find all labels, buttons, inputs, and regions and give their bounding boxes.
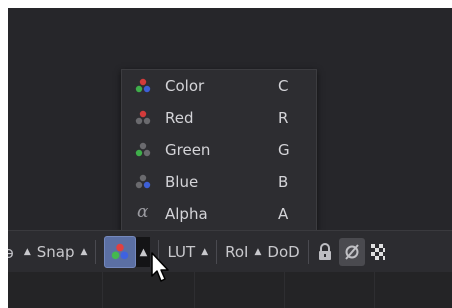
dropdown-arrow-icon: ▲ xyxy=(254,247,262,257)
dropdown-arrow-icon: ▲ xyxy=(139,246,148,258)
menu-item-shortcut: R xyxy=(278,109,289,127)
grid-divider xyxy=(374,272,375,308)
viewer-panel: Color C Red R Green G Blue B α Alpha A ə… xyxy=(8,8,452,308)
menu-item-green[interactable]: Green G xyxy=(122,134,316,166)
menu-item-blue[interactable]: Blue B xyxy=(122,166,316,198)
channel-menu-arrow[interactable]: ▲ xyxy=(136,237,151,267)
roi-label[interactable]: RoI xyxy=(225,243,248,261)
snap-label: Snap xyxy=(36,243,75,261)
rgb-dots-icon xyxy=(112,243,129,260)
grid-divider xyxy=(284,272,285,308)
green-dots-icon xyxy=(135,142,151,157)
dropdown-arrow-icon: ▲ xyxy=(23,247,31,257)
channel-select-button[interactable] xyxy=(104,236,137,268)
rgb-dots-icon xyxy=(135,78,151,93)
channel-dropdown-menu: Color C Red R Green G Blue B α Alpha A xyxy=(121,69,317,231)
lut-dropdown[interactable]: LUT ▲ xyxy=(167,231,208,273)
grid-divider xyxy=(102,272,103,308)
alpha-icon: α xyxy=(137,202,149,222)
viewer-toolbar: ə ▲ Snap ▲ ▲ LUT ▲ RoI ▲ DoD xyxy=(8,230,452,274)
timeline-area[interactable] xyxy=(8,272,452,308)
dropdown-arrow-icon: ▲ xyxy=(80,247,88,257)
lock-icon[interactable] xyxy=(317,243,333,261)
menu-item-label: Blue xyxy=(165,173,199,191)
mouse-cursor-icon xyxy=(151,252,169,282)
null-set-icon xyxy=(344,244,359,260)
menu-item-label: Alpha xyxy=(165,205,208,223)
dropdown-arrow-icon: ▲ xyxy=(201,247,209,257)
menu-item-red[interactable]: Red R xyxy=(122,102,316,134)
snap-dropdown[interactable]: ▲ Snap ▲ xyxy=(24,231,88,273)
menu-item-label: Green xyxy=(165,141,211,159)
truncated-toolbar-item[interactable]: ə xyxy=(8,243,14,262)
toolbar-separator xyxy=(216,240,218,264)
menu-item-shortcut: C xyxy=(278,77,289,95)
menu-item-shortcut: A xyxy=(278,205,289,223)
red-dots-icon xyxy=(135,110,151,125)
checker-icon[interactable] xyxy=(370,244,385,260)
toolbar-separator xyxy=(95,240,97,264)
menu-item-label: Color xyxy=(165,77,205,95)
grid-divider xyxy=(194,272,195,308)
menu-item-alpha[interactable]: α Alpha A xyxy=(122,198,316,230)
menu-item-shortcut: B xyxy=(278,173,289,191)
roi-dod-controls[interactable]: RoI ▲ DoD xyxy=(225,231,300,273)
menu-item-color[interactable]: Color C xyxy=(122,70,316,102)
menu-item-shortcut: G xyxy=(278,141,290,159)
show-checker-toggle[interactable] xyxy=(338,238,365,266)
toolbar-separator xyxy=(307,240,309,264)
menu-item-label: Red xyxy=(165,109,194,127)
blue-dots-icon xyxy=(135,174,151,189)
dod-label[interactable]: DoD xyxy=(267,243,299,261)
